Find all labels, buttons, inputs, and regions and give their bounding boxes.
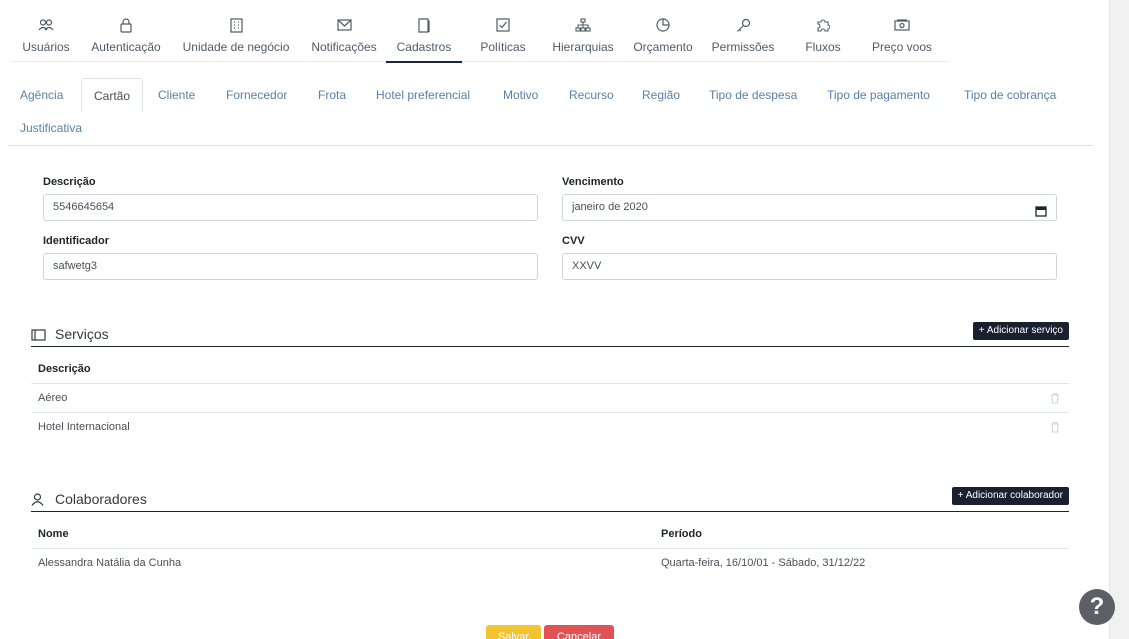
nav-label: Cadastros — [396, 40, 452, 54]
nav-item-usuarios[interactable]: Usuários — [10, 0, 82, 62]
vencimento-label: Vencimento — [562, 176, 624, 188]
tab-fornecedor[interactable]: Fornecedor — [214, 78, 299, 112]
checkbox-icon — [496, 16, 510, 34]
sitemap-icon — [575, 16, 591, 34]
service-description: Aéreo — [38, 392, 68, 404]
service-description: Hotel Internacional — [38, 421, 130, 433]
vencimento-value: janeiro de 2020 — [572, 201, 648, 213]
nav-item-orcamento[interactable]: Orçamento — [622, 0, 704, 62]
calendar-icon[interactable] — [1035, 202, 1047, 227]
nav-label: Permissões — [711, 40, 775, 54]
collaborator-name: Alessandra Natália da Cunha — [38, 557, 182, 569]
tab-frota[interactable]: Frota — [306, 78, 358, 112]
nav-label: Fluxos — [805, 40, 841, 54]
tab-justificativa[interactable]: Justificativa — [8, 111, 94, 145]
descricao-input[interactable]: 5546645654 — [43, 194, 538, 221]
puzzle-icon — [816, 16, 830, 34]
identificador-label: Identificador — [43, 235, 110, 247]
tab-hotel-preferencial[interactable]: Hotel preferencial — [364, 78, 482, 112]
money-icon — [894, 16, 910, 34]
tab-tipo-de-despesa[interactable]: Tipo de despesa — [697, 78, 809, 112]
nav-label: Unidade de negócio — [182, 40, 290, 54]
tab-tipo-de-pagamento[interactable]: Tipo de pagamento — [815, 78, 942, 112]
users-icon — [38, 16, 54, 34]
table-row: Aéreo — [31, 383, 1069, 412]
nav-item-politicas[interactable]: Políticas — [462, 0, 544, 62]
nav-item-permissoes[interactable]: Permissões — [704, 0, 782, 62]
nav-label: Políticas — [480, 40, 526, 54]
collaborator-period: Quarta-feira, 16/10/01 - Sábado, 31/12/2… — [661, 557, 866, 569]
trash-icon[interactable] — [1050, 420, 1060, 438]
colaboradores-column-nome: Nome — [38, 528, 69, 540]
nav-label: Orçamento — [633, 40, 693, 54]
envelope-icon — [336, 16, 352, 34]
book-open-icon — [31, 328, 46, 346]
colaboradores-column-periodo: Período — [661, 528, 702, 540]
colaboradores-header: Colaboradores + Adicionar colaborador — [31, 487, 1069, 512]
tab-regiao[interactable]: Região — [630, 78, 692, 112]
building-icon — [229, 16, 243, 34]
lock-icon — [120, 16, 132, 34]
subtabs: Agência Cartão Cliente Fornecedor Frota … — [8, 78, 1093, 146]
tab-agencia[interactable]: Agência — [8, 78, 75, 112]
nav-label: Usuários — [22, 40, 70, 54]
key-icon — [736, 16, 751, 34]
descricao-label: Descrição — [43, 176, 96, 188]
book-icon — [418, 16, 430, 34]
nav-label: Autenticação — [91, 40, 161, 54]
nav-item-preco-voos[interactable]: Preço voos — [864, 0, 940, 62]
trash-icon[interactable] — [1050, 391, 1060, 409]
tab-cartao[interactable]: Cartão — [81, 78, 144, 112]
cvv-label: CVV — [562, 235, 585, 247]
add-service-button[interactable]: + Adicionar serviço — [972, 322, 1069, 340]
help-button[interactable]: ? — [1079, 589, 1115, 625]
tab-cliente[interactable]: Cliente — [146, 78, 207, 112]
nav-item-cadastros[interactable]: Cadastros — [386, 0, 462, 63]
top-nav: Usuários Autenticação Unidade de negócio… — [10, 0, 950, 63]
servicos-header: Serviços + Adicionar serviço — [31, 322, 1069, 347]
user-icon — [31, 493, 44, 511]
nav-item-hierarquias[interactable]: Hierarquias — [544, 0, 622, 62]
nav-item-unidade-de-negocio[interactable]: Unidade de negócio — [170, 0, 302, 62]
tab-motivo[interactable]: Motivo — [491, 78, 550, 112]
tab-tipo-de-cobranca[interactable]: Tipo de cobrança — [952, 78, 1068, 112]
table-row: Hotel Internacional — [31, 412, 1069, 441]
servicos-column-descricao: Descrição — [38, 363, 91, 375]
nav-item-autenticacao[interactable]: Autenticação — [82, 0, 170, 62]
cvv-input[interactable]: XXVV — [562, 253, 1057, 280]
nav-label: Preço voos — [871, 40, 933, 54]
vertical-scrollbar[interactable] — [1109, 0, 1129, 639]
colaboradores-title: Colaboradores — [55, 491, 147, 507]
nav-item-notificacoes[interactable]: Notificações — [302, 0, 386, 62]
nav-label: Hierarquias — [552, 40, 614, 54]
table-row: Alessandra Natália da Cunha Quarta-feira… — [31, 548, 1069, 577]
save-button[interactable]: Salvar — [486, 625, 541, 639]
tab-recurso[interactable]: Recurso — [557, 78, 626, 112]
nav-label: Notificações — [311, 40, 377, 54]
identificador-input[interactable]: safwetg3 — [43, 253, 538, 280]
cancel-button[interactable]: Cancelar — [544, 625, 614, 639]
servicos-title: Serviços — [55, 326, 109, 342]
add-collaborator-button[interactable]: + Adicionar colaborador — [951, 487, 1069, 505]
nav-item-fluxos[interactable]: Fluxos — [782, 0, 864, 62]
vencimento-input[interactable]: janeiro de 2020 — [562, 194, 1057, 221]
pie-chart-icon — [656, 16, 670, 34]
